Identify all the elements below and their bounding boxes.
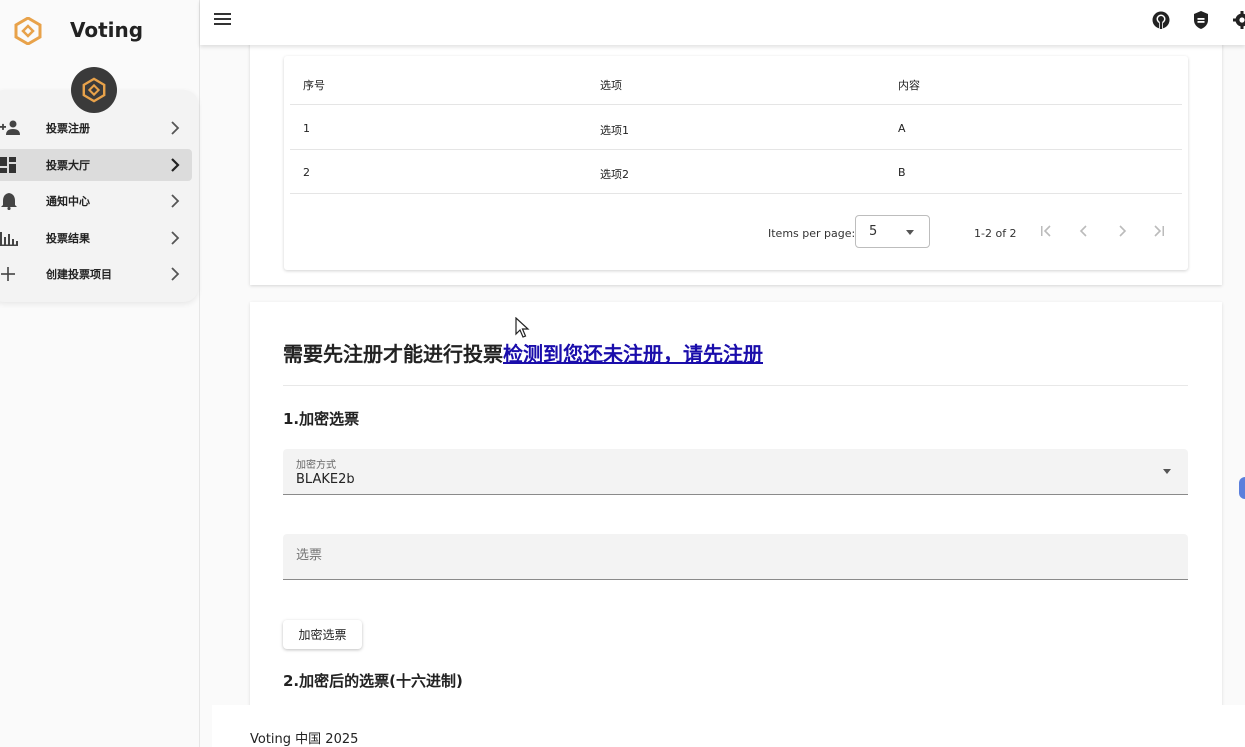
encryption-method-value: BLAKE2b [296,472,355,487]
chevron-right-icon [171,158,180,172]
last-page-icon[interactable] [1151,223,1167,239]
sidebar-item-lobby[interactable]: 投票大厅 [0,149,192,181]
footer-text: Voting 中国 2025 [250,732,359,747]
divider [283,385,1188,386]
avatar[interactable] [71,67,117,113]
top-app-bar [200,0,1245,45]
dropdown-arrow-icon [906,230,914,235]
sidebar: Voting 投票注册 投票大厅 通知中心 投票结果 创建投票项目 [0,0,200,747]
paginator: Items per page: 5 1-2 of 2 [290,209,1182,259]
table-cell: 选项2 [600,168,629,181]
sidebar-item-notifications[interactable]: 通知中心 [0,185,192,217]
menu-icon[interactable] [214,12,232,26]
ballot-field[interactable] [283,534,1188,580]
encryption-method-label: 加密方式 [296,460,336,471]
section-title-encrypted-hex: 2.加密后的选票(十六进制) [283,672,463,690]
shield-icon[interactable] [1191,10,1211,30]
items-per-page-select[interactable]: 5 [855,215,930,248]
column-header: 选项 [600,79,622,92]
table-cell: A [898,122,906,135]
github-icon[interactable] [1151,10,1171,30]
column-header: 内容 [898,79,920,92]
items-per-page-label: Items per page: [768,227,856,240]
table-row: 2 选项2 B [290,150,1182,194]
table-cell: 选项1 [600,124,629,137]
options-table: 序号 选项 内容 1 选项1 A 2 选项2 B Items per page:… [284,56,1188,270]
dropdown-arrow-icon [1163,469,1171,474]
brand-header: Voting [0,0,200,60]
table-cell: 1 [303,122,310,135]
app-title: Voting [70,18,144,42]
next-page-icon[interactable] [1114,223,1130,239]
sidebar-item-label: 投票注册 [46,122,90,135]
register-notice: 需要先注册才能进行投票检测到您还未注册，请先注册 [283,338,763,367]
bar-chart-icon [0,232,18,246]
page-range-label: 1-2 of 2 [974,227,1017,240]
chevron-right-icon [171,121,180,135]
table-cell: 2 [303,166,310,179]
person-add-icon [0,120,20,135]
sidebar-item-label: 投票大厅 [46,159,90,172]
options-card: 序号 选项 内容 1 选项1 A 2 选项2 B Items per page:… [250,20,1222,285]
register-link[interactable]: 检测到您还未注册，请先注册 [503,342,763,366]
encrypt-ballot-button[interactable]: 加密选票 [283,620,362,649]
chevron-right-icon [171,194,180,208]
mouse-cursor-icon [515,317,530,338]
sidebar-item-results[interactable]: 投票结果 [0,222,192,254]
settings-icon[interactable] [1232,10,1245,30]
sidebar-item-label: 通知中心 [46,195,90,208]
chevron-right-icon [171,267,180,281]
dashboard-icon [0,157,16,173]
table-header-row: 序号 选项 内容 [290,61,1182,105]
section-title-encrypt: 1.加密选票 [283,410,360,428]
plus-icon [1,267,15,281]
ballot-input[interactable] [296,548,1166,563]
previous-page-icon[interactable] [1076,223,1092,239]
chevron-right-icon [171,231,180,245]
items-per-page-value: 5 [869,224,878,239]
encryption-method-select[interactable]: 加密方式 BLAKE2b [283,449,1188,495]
table-row: 1 选项1 A [290,106,1182,150]
bell-icon [1,193,17,210]
column-header: 序号 [303,79,325,92]
footer: Voting 中国 2025 [212,705,1245,747]
encrypt-ballot-card: 需要先注册才能进行投票检测到您还未注册，请先注册 1.加密选票 加密方式 BLA… [250,302,1222,722]
sidebar-item-label: 投票结果 [46,232,90,245]
register-notice-text: 需要先注册才能进行投票 [283,342,503,366]
hexagon-logo-icon [14,17,42,45]
sidebar-item-create[interactable]: 创建投票项目 [0,258,192,290]
floating-button-edge[interactable] [1239,477,1245,499]
sidebar-item-label: 创建投票项目 [46,268,112,281]
table-cell: B [898,166,906,179]
sidebar-item-register[interactable]: 投票注册 [0,112,192,144]
avatar-logo-icon [82,77,106,103]
first-page-icon[interactable] [1038,223,1054,239]
